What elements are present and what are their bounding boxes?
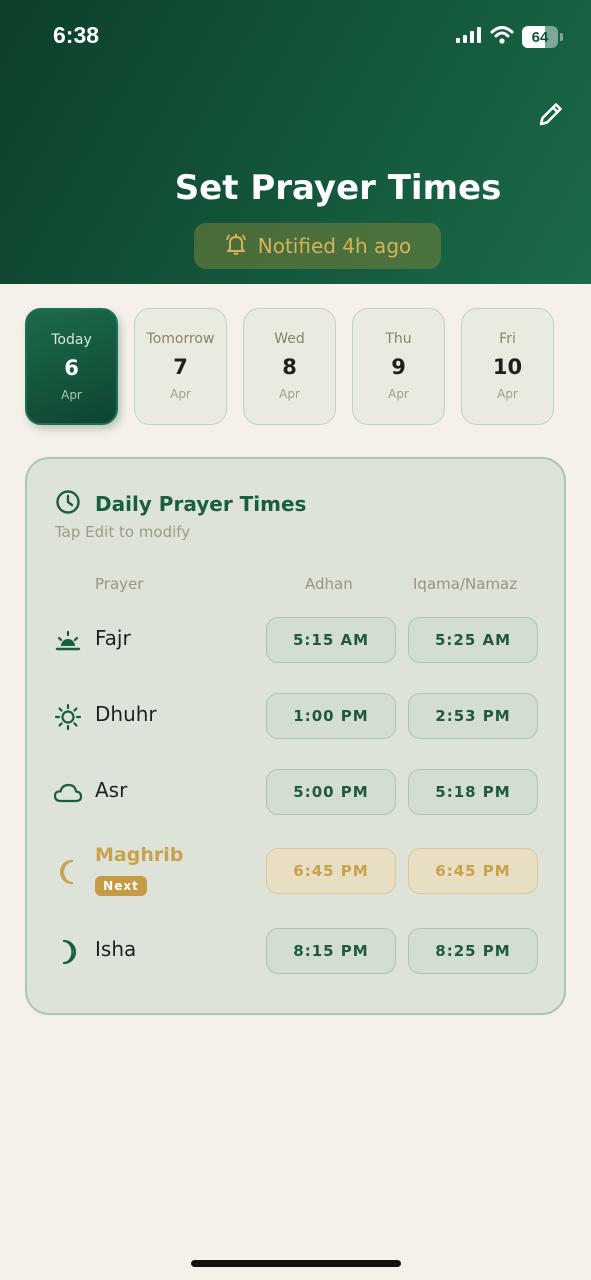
date-number: 10 <box>492 355 523 379</box>
date-selector: Today 6 Apr Tomorrow 7 Apr Wed 8 Apr Thu… <box>25 308 554 425</box>
battery-icon: 64 <box>522 26 558 48</box>
date-card-fri[interactable]: Fri 10 Apr <box>461 308 554 425</box>
page-title: Set Prayer Times <box>174 168 502 208</box>
date-number: 6 <box>64 356 79 380</box>
cellular-signal-icon <box>456 27 482 47</box>
date-card-today[interactable]: Today 6 Apr <box>25 308 118 425</box>
sun-icon <box>53 702 83 732</box>
date-month: Apr <box>61 388 82 402</box>
iqama-time[interactable]: 6:45 PM <box>408 848 538 894</box>
battery-tip <box>560 33 563 41</box>
column-header-iqama: Iqama/Namaz <box>413 575 518 593</box>
next-badge: Next <box>95 876 147 896</box>
date-day: Tomorrow <box>146 331 215 347</box>
date-card-thu[interactable]: Thu 9 Apr <box>352 308 445 425</box>
date-day: Fri <box>499 331 516 347</box>
prayer-name: Maghrib <box>95 844 184 866</box>
prayer-name: Isha <box>95 937 137 961</box>
date-number: 9 <box>391 355 406 379</box>
adhan-time[interactable]: 1:00 PM <box>266 693 396 739</box>
prayer-row-isha: Isha 8:15 PM 8:25 PM <box>27 927 568 975</box>
adhan-time[interactable]: 5:15 AM <box>266 617 396 663</box>
home-indicator[interactable] <box>191 1260 401 1267</box>
prayer-name: Fajr <box>95 626 131 650</box>
column-header-prayer: Prayer <box>95 575 144 593</box>
status-icons: 64 <box>456 26 563 48</box>
adhan-time[interactable]: 5:00 PM <box>266 769 396 815</box>
card-title: Daily Prayer Times <box>95 492 307 516</box>
prayer-row-fajr: Fajr 5:15 AM 5:25 AM <box>27 616 568 664</box>
date-day: Wed <box>274 331 305 347</box>
date-number: 7 <box>173 355 188 379</box>
notified-text: Notified 4h ago <box>257 234 412 258</box>
moon-icon <box>53 937 83 967</box>
clock-icon <box>55 489 81 519</box>
bell-icon <box>224 232 248 261</box>
prayer-row-maghrib: Maghrib Next 6:45 PM 6:45 PM <box>27 844 568 896</box>
adhan-time[interactable]: 6:45 PM <box>266 848 396 894</box>
prayer-row-dhuhr: Dhuhr 1:00 PM 2:53 PM <box>27 692 568 740</box>
date-day: Thu <box>385 331 412 347</box>
date-card-tomorrow[interactable]: Tomorrow 7 Apr <box>134 308 227 425</box>
card-subtitle: Tap Edit to modify <box>55 523 191 541</box>
iqama-time[interactable]: 5:18 PM <box>408 769 538 815</box>
adhan-time[interactable]: 8:15 PM <box>266 928 396 974</box>
date-card-wed[interactable]: Wed 8 Apr <box>243 308 336 425</box>
prayer-name: Dhuhr <box>95 702 157 726</box>
cloud-icon <box>53 778 83 808</box>
date-month: Apr <box>497 387 518 401</box>
crescent-moon-icon <box>53 857 83 887</box>
notified-badge: Notified 4h ago <box>194 223 441 269</box>
column-header-adhan: Adhan <box>305 575 353 593</box>
iqama-time[interactable]: 8:25 PM <box>408 928 538 974</box>
wifi-icon <box>490 26 514 48</box>
edit-button[interactable] <box>533 96 569 132</box>
card-header: Daily Prayer Times <box>55 489 306 519</box>
date-month: Apr <box>170 387 191 401</box>
status-time: 6:38 <box>53 22 100 48</box>
iqama-time[interactable]: 2:53 PM <box>408 693 538 739</box>
prayer-row-asr: Asr 5:00 PM 5:18 PM <box>27 768 568 816</box>
date-number: 8 <box>282 355 297 379</box>
pencil-icon <box>539 103 562 126</box>
prayer-times-card: Daily Prayer Times Tap Edit to modify Pr… <box>25 457 566 1015</box>
sunrise-icon <box>53 626 83 656</box>
date-day: Today <box>51 332 92 348</box>
date-month: Apr <box>279 387 300 401</box>
date-month: Apr <box>388 387 409 401</box>
prayer-name: Asr <box>95 778 128 802</box>
header: 6:38 64 Set Prayer Times Notified 4h ago <box>0 0 591 284</box>
iqama-time[interactable]: 5:25 AM <box>408 617 538 663</box>
battery-level: 64 <box>531 28 549 46</box>
